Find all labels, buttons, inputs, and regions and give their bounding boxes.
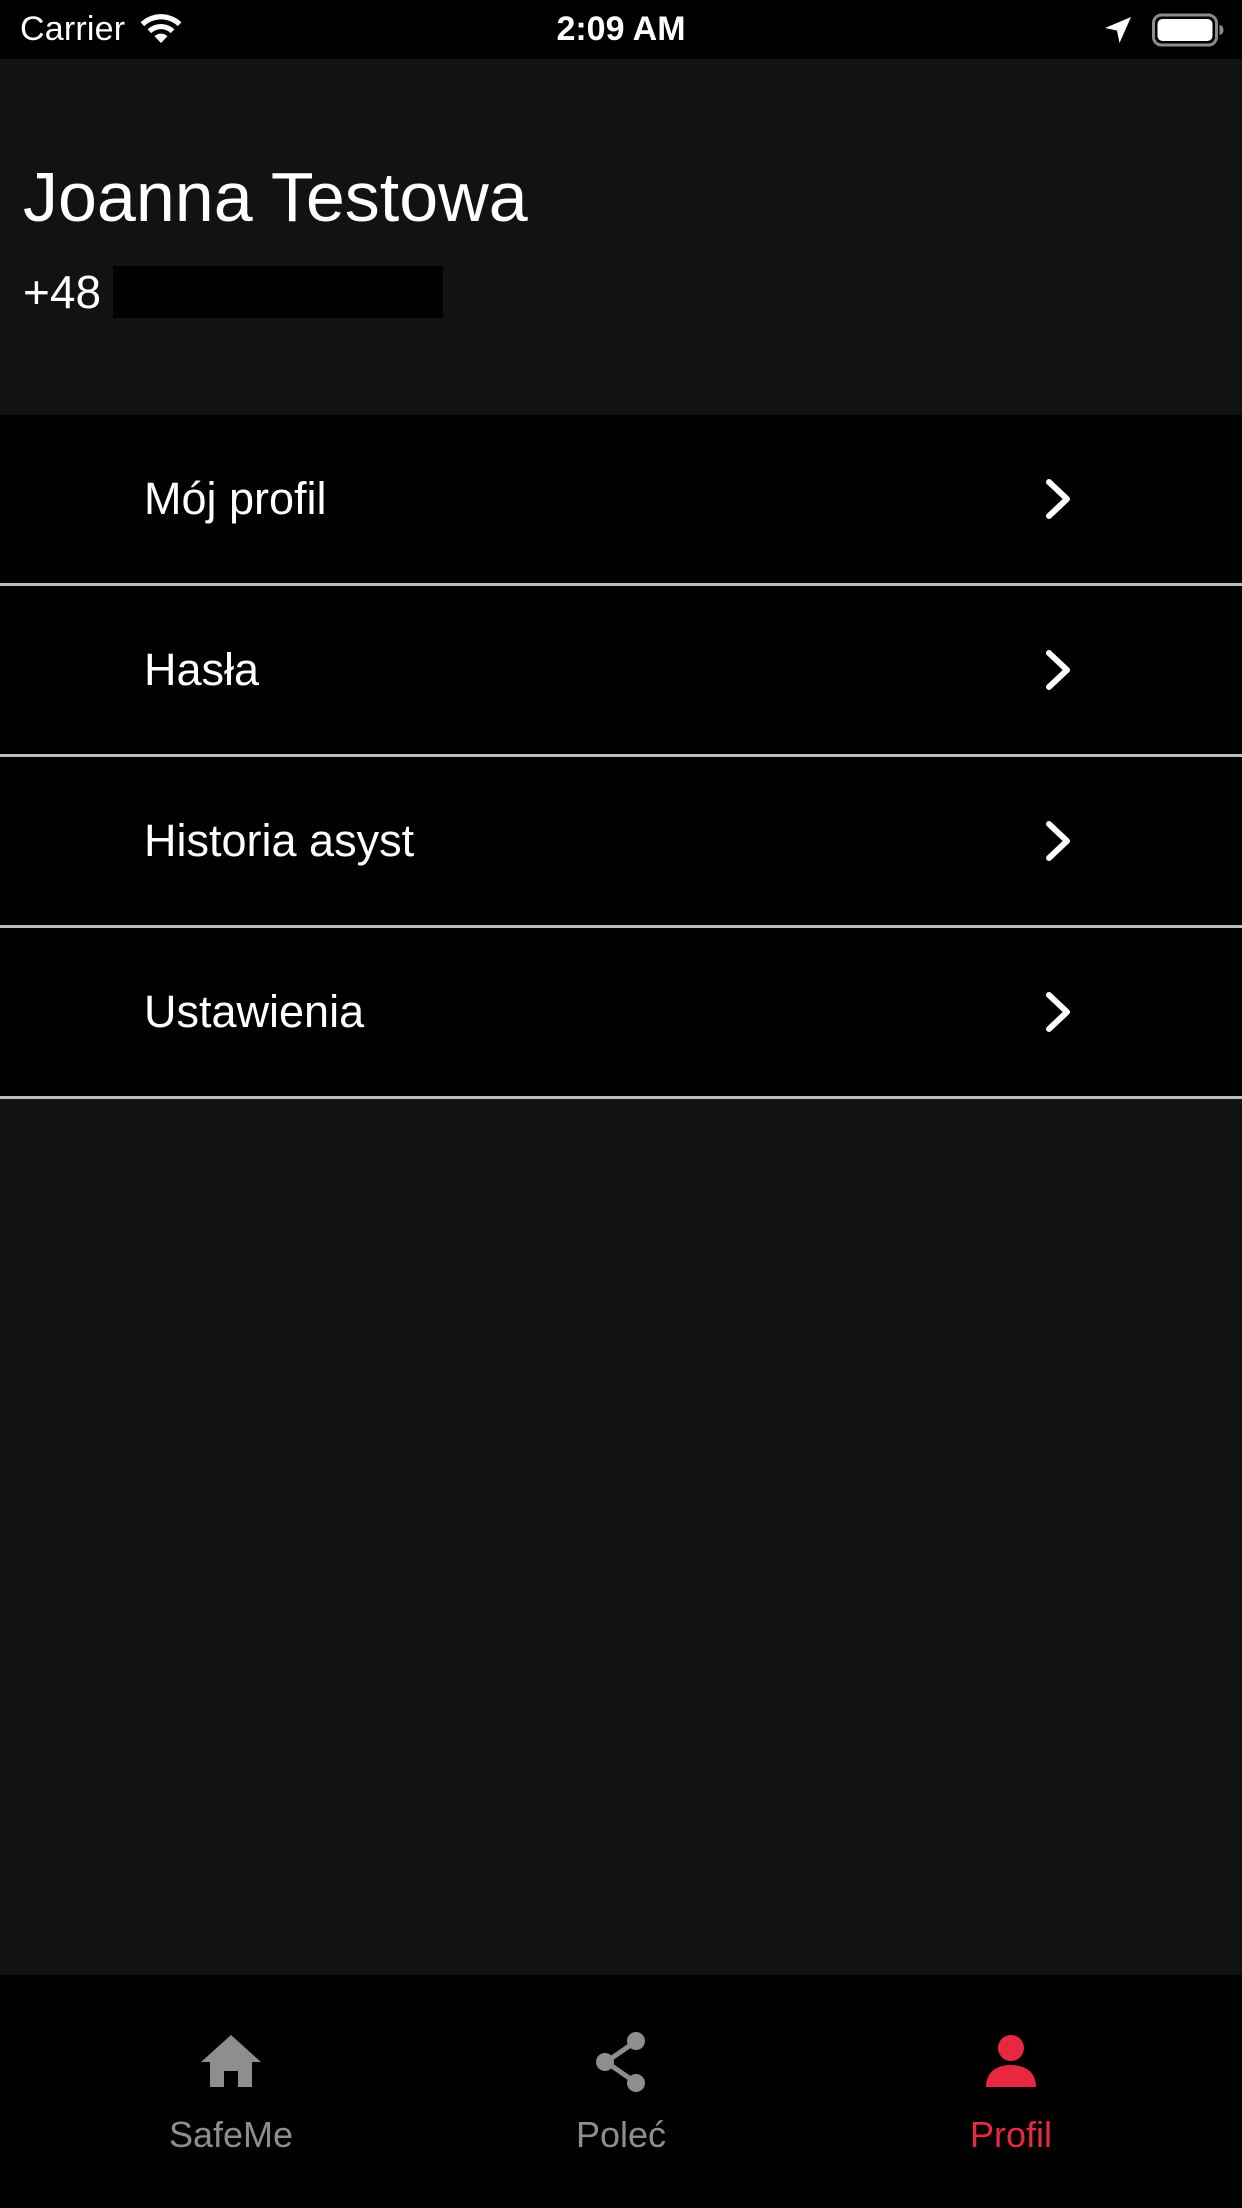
chevron-right-icon: [1046, 992, 1070, 1032]
menu-item-assist-history[interactable]: Historia asyst: [0, 757, 1242, 928]
tab-label: SafeMe: [168, 2114, 294, 2155]
status-right: [1102, 0, 1224, 59]
menu-item-passwords[interactable]: Hasła: [0, 586, 1242, 757]
menu-item-my-profile[interactable]: Mój profil: [0, 415, 1242, 586]
profile-menu: Mój profil Hasła Historia asyst Ustawien…: [0, 415, 1242, 1099]
share-icon: [596, 2032, 645, 2092]
menu-item-label: Ustawienia: [144, 986, 365, 1037]
phone-prefix: +48: [23, 266, 102, 318]
battery-icon: [1152, 13, 1224, 46]
menu-item-label: Historia asyst: [144, 815, 415, 866]
menu-item-settings[interactable]: Ustawienia: [0, 928, 1242, 1099]
user-name: Joanna Testowa: [23, 158, 528, 236]
tab-bar: SafeMe Poleć Profil: [0, 1975, 1242, 2208]
chevron-right-icon: [1046, 650, 1070, 690]
menu-item-label: Hasła: [144, 644, 260, 695]
phone-row: +48: [23, 266, 444, 318]
tab-label: Poleć: [575, 2114, 667, 2155]
profile-header: Joanna Testowa +48: [0, 59, 1242, 415]
menu-item-label: Mój profil: [144, 473, 327, 524]
status-time: 2:09 AM: [556, 10, 686, 48]
tab-safeme[interactable]: SafeMe: [24, 1975, 438, 2208]
phone-number-redacted: [113, 266, 444, 318]
profile-screen: Carrier 2:09 AM Joanna Testowa +48 Mój p…: [0, 0, 1242, 2208]
tab-label: Profil: [969, 2114, 1053, 2155]
person-icon: [986, 2035, 1036, 2087]
location-arrow-icon: [1105, 16, 1131, 43]
tab-polec[interactable]: Poleć: [414, 1975, 828, 2208]
chevron-right-icon: [1046, 821, 1070, 861]
tab-profil[interactable]: Profil: [804, 1975, 1218, 2208]
chevron-right-icon: [1046, 479, 1070, 519]
status-bar: Carrier 2:09 AM: [0, 0, 1242, 59]
home-icon: [201, 2035, 261, 2087]
